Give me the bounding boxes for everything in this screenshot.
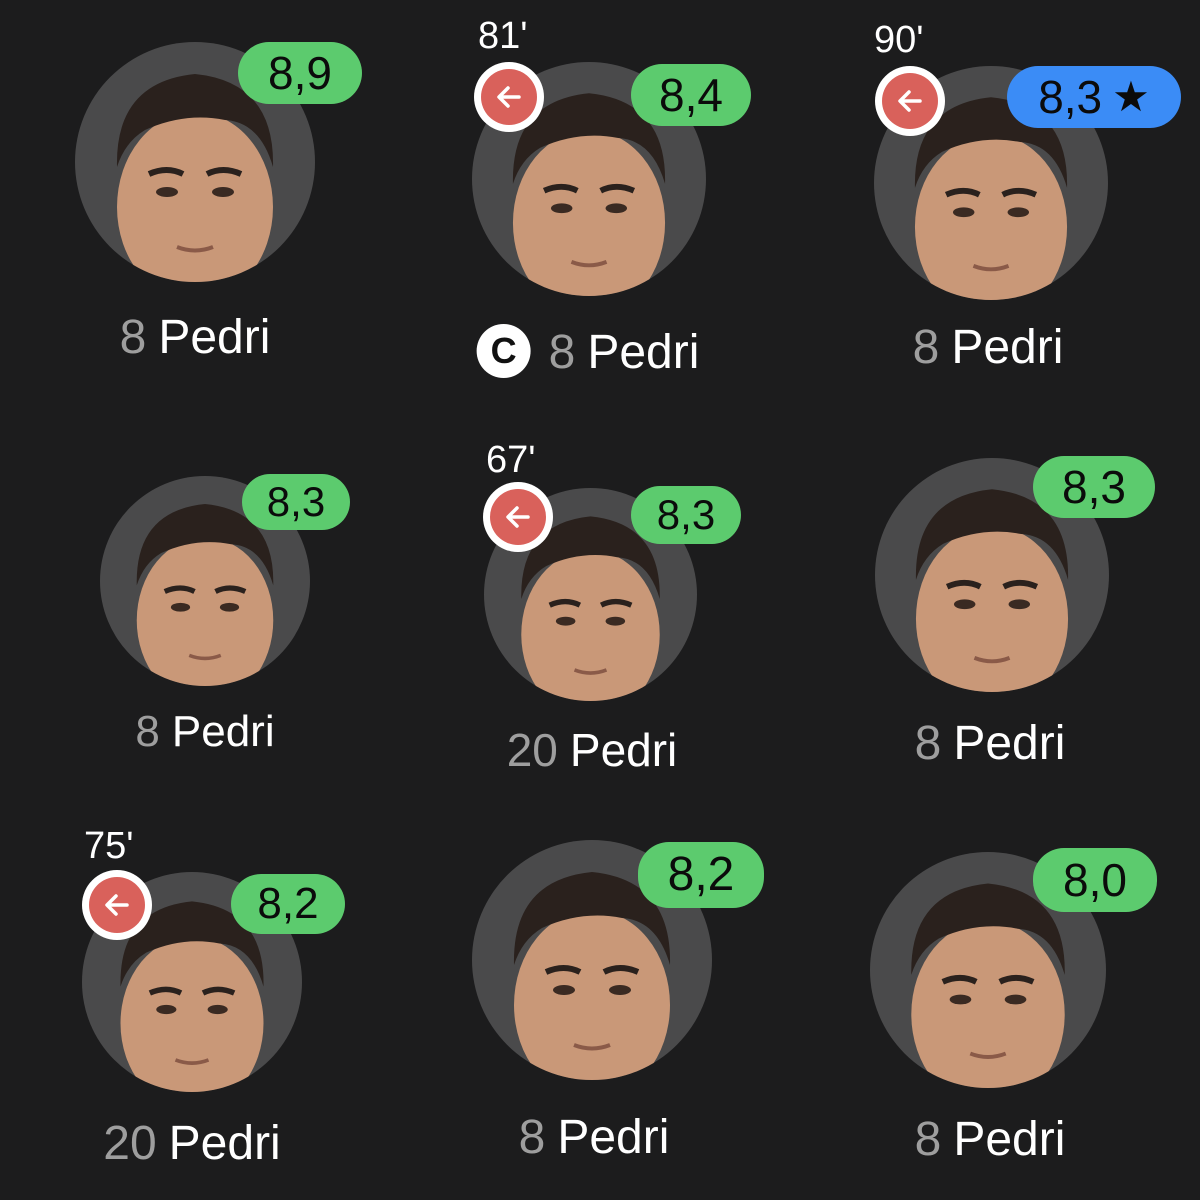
subbed-off-icon <box>474 62 544 132</box>
player-label: 8 Pedri <box>135 704 274 760</box>
rating-value: 8,4 <box>659 69 723 121</box>
player-name: Pedri <box>587 326 700 379</box>
shirt-number: 20 <box>103 1117 157 1170</box>
sub-off-minute: 75' <box>84 825 134 867</box>
shirt-number: 8 <box>119 311 147 364</box>
player-name: Pedri <box>158 311 271 364</box>
shirt-number: 8 <box>548 326 576 379</box>
shirt-number: 20 <box>506 724 558 776</box>
player-name: Pedri <box>569 724 678 776</box>
rating-value: 8,2 <box>667 848 735 901</box>
shirt-number: 8 <box>518 1111 546 1164</box>
rating-badge: 8,9 <box>238 42 362 104</box>
rating-badge: 8,2 <box>231 874 345 934</box>
rating-badge: 8,0 <box>1033 848 1157 912</box>
shirt-number: 8 <box>912 321 940 374</box>
player-of-match-star-icon: ★ <box>1112 73 1150 120</box>
player-label: 20 Pedri <box>103 1116 280 1172</box>
rating-badge: 8,3 <box>631 486 741 544</box>
player-card[interactable]: 8,0 8 Pedri <box>0 0 1157 1166</box>
rating-badge: 8,3 ★ <box>1007 66 1181 128</box>
shirt-number: 8 <box>135 707 160 756</box>
player-name: Pedri <box>557 1111 670 1164</box>
player-name: Pedri <box>953 1113 1066 1166</box>
rating-badge: 8,3 <box>242 474 350 530</box>
subbed-off-icon <box>483 482 553 552</box>
rating-value: 8,3 <box>656 491 716 538</box>
rating-value: 8,3 <box>1062 461 1126 513</box>
player-name: Pedri <box>171 707 275 756</box>
rating-value: 8,3 <box>1038 71 1103 123</box>
sub-off-minute: 90' <box>874 19 924 61</box>
player-name: Pedri <box>951 321 1064 374</box>
player-label: 8 Pedri <box>915 1112 1066 1168</box>
shirt-number: 8 <box>914 717 942 770</box>
rating-value: 8,9 <box>268 47 332 99</box>
rating-value: 8,3 <box>266 478 326 525</box>
subbed-off-icon <box>875 66 945 136</box>
shirt-number: 8 <box>914 1113 942 1166</box>
sub-off-minute: 67' <box>486 439 536 481</box>
player-name: Pedri <box>168 1117 281 1170</box>
player-label: 8 Pedri <box>913 320 1064 376</box>
rating-badge: 8,2 <box>638 842 764 908</box>
player-label: 8 Pedri <box>519 1110 670 1166</box>
player-name: Pedri <box>953 717 1066 770</box>
player-label: 20 Pedri <box>507 722 678 778</box>
captain-badge-icon: C <box>476 324 531 379</box>
rating-badge: 8,4 <box>631 64 751 126</box>
player-label: C 8 Pedri <box>476 324 700 382</box>
rating-value: 8,0 <box>1063 854 1127 906</box>
player-label: 8 Pedri <box>120 310 271 366</box>
rating-badge: 8,3 <box>1033 456 1155 518</box>
sub-off-minute: 81' <box>478 15 528 57</box>
rating-value: 8,2 <box>257 879 319 928</box>
subbed-off-icon <box>82 870 152 940</box>
player-label: 8 Pedri <box>915 716 1066 772</box>
